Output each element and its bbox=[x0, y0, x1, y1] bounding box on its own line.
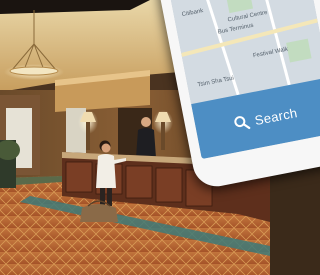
search-icon bbox=[233, 116, 250, 130]
search-label: Search bbox=[253, 104, 299, 128]
phone-screen: Citibank Cultural Centre Bus Terminus Fe… bbox=[162, 0, 320, 160]
